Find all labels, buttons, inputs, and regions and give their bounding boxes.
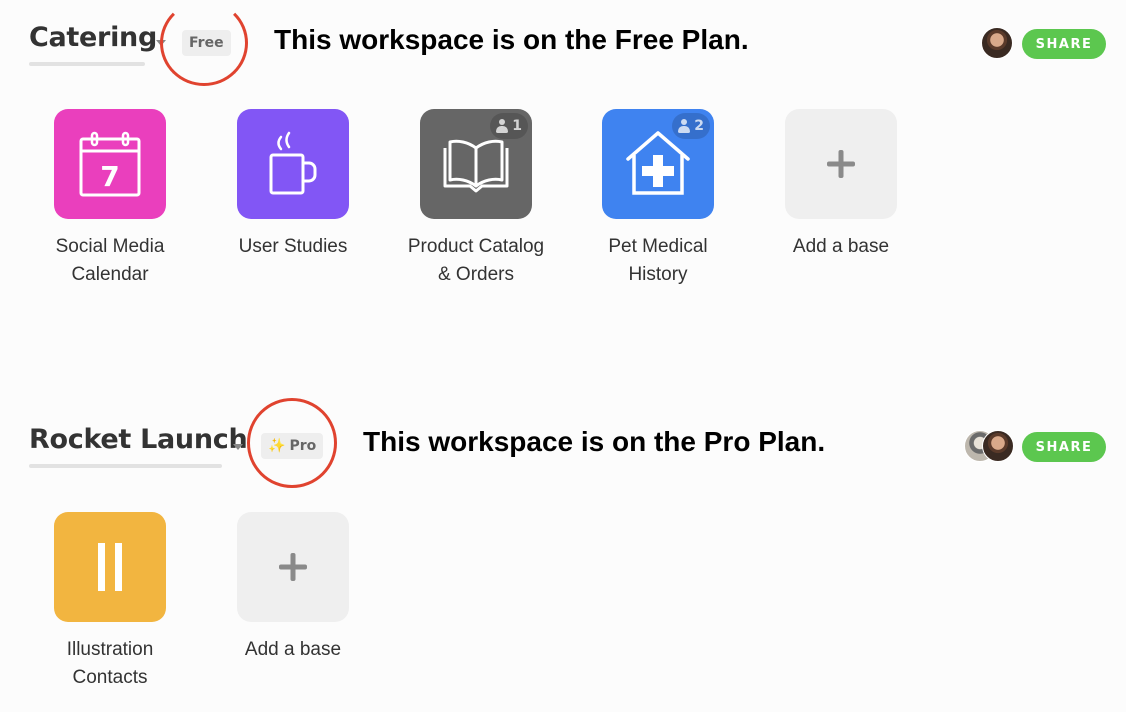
- base-label-line1: Pet Medical: [608, 236, 708, 257]
- workspace-menu-caret-icon[interactable]: [233, 444, 243, 450]
- plus-icon: [827, 150, 855, 178]
- add-base-button[interactable]: Add a base: [237, 512, 349, 664]
- workspace-name[interactable]: Catering: [29, 22, 157, 53]
- base-label: Illustration Contacts: [24, 636, 196, 692]
- base-social-media-calendar[interactable]: 7 Social Media Calendar: [54, 109, 166, 289]
- open-book-icon: [443, 139, 509, 193]
- medical-house-icon: [626, 131, 690, 195]
- base-tile[interactable]: 1: [420, 109, 532, 219]
- workspace-name-underline: [29, 62, 145, 66]
- base-label: User Studies: [207, 233, 379, 261]
- base-tile[interactable]: 7: [54, 109, 166, 219]
- pause-bars-icon: [98, 543, 122, 591]
- annotation-text: This workspace is on the Pro Plan.: [363, 426, 826, 457]
- svg-text:7: 7: [100, 160, 119, 193]
- add-base-tile[interactable]: [237, 512, 349, 622]
- plan-badge-label: Free: [189, 35, 224, 51]
- base-label-line2: Contacts: [72, 667, 148, 688]
- base-product-catalog-orders[interactable]: 1 Product Catalog & Orders: [408, 109, 544, 289]
- base-label-line2: Calendar: [71, 264, 149, 285]
- share-button[interactable]: SHARE: [1022, 432, 1106, 462]
- workspace-name-underline: [29, 464, 222, 468]
- plan-badge-pro[interactable]: ✨ Pro: [261, 433, 324, 459]
- base-user-studies[interactable]: User Studies: [237, 109, 349, 261]
- collaborator-count-badge: 1: [490, 113, 528, 139]
- base-label-line1: Social Media: [55, 236, 165, 257]
- base-tile[interactable]: 2: [602, 109, 714, 219]
- base-label: Pet Medical History: [572, 233, 744, 289]
- add-base-label: Add a base: [244, 639, 342, 660]
- base-label: Add a base: [755, 233, 927, 261]
- collaborator-avatar[interactable]: [982, 430, 1014, 462]
- collaborator-count: 2: [694, 118, 704, 134]
- add-base-tile[interactable]: [785, 109, 897, 219]
- plus-icon: [279, 553, 307, 581]
- collaborator-count: 1: [512, 118, 522, 134]
- base-tile[interactable]: [54, 512, 166, 622]
- base-label-line1: User Studies: [238, 236, 348, 257]
- plan-badge-free[interactable]: Free: [182, 30, 231, 56]
- sparkle-icon: ✨: [268, 438, 286, 454]
- base-label-line2: History: [628, 264, 688, 285]
- base-label-line1: Illustration: [66, 639, 154, 660]
- base-label: Add a base: [207, 636, 379, 664]
- base-illustration-contacts[interactable]: Illustration Contacts: [54, 512, 166, 692]
- add-base-button[interactable]: Add a base: [785, 109, 897, 261]
- share-button[interactable]: SHARE: [1022, 29, 1106, 59]
- collaborator-count-badge: 2: [672, 113, 710, 139]
- base-tile[interactable]: [237, 109, 349, 219]
- base-pet-medical-history[interactable]: 2 Pet Medical History: [602, 109, 714, 289]
- base-label-line1: Product Catalog: [407, 236, 545, 257]
- plan-badge-label: Pro: [289, 438, 317, 454]
- add-base-label: Add a base: [792, 236, 890, 257]
- workspace-name[interactable]: Rocket Launch: [29, 424, 248, 455]
- workspace-menu-caret-icon[interactable]: [156, 40, 166, 46]
- coffee-mug-icon: [269, 131, 317, 195]
- base-label-line2: & Orders: [437, 264, 515, 285]
- person-icon: [496, 119, 509, 133]
- collaborator-avatar[interactable]: [981, 27, 1013, 59]
- base-label: Social Media Calendar: [24, 233, 196, 289]
- person-icon: [678, 119, 691, 133]
- base-label: Product Catalog & Orders: [390, 233, 562, 289]
- calendar-icon: 7: [79, 131, 141, 197]
- annotation-text: This workspace is on the Free Plan.: [274, 24, 749, 55]
